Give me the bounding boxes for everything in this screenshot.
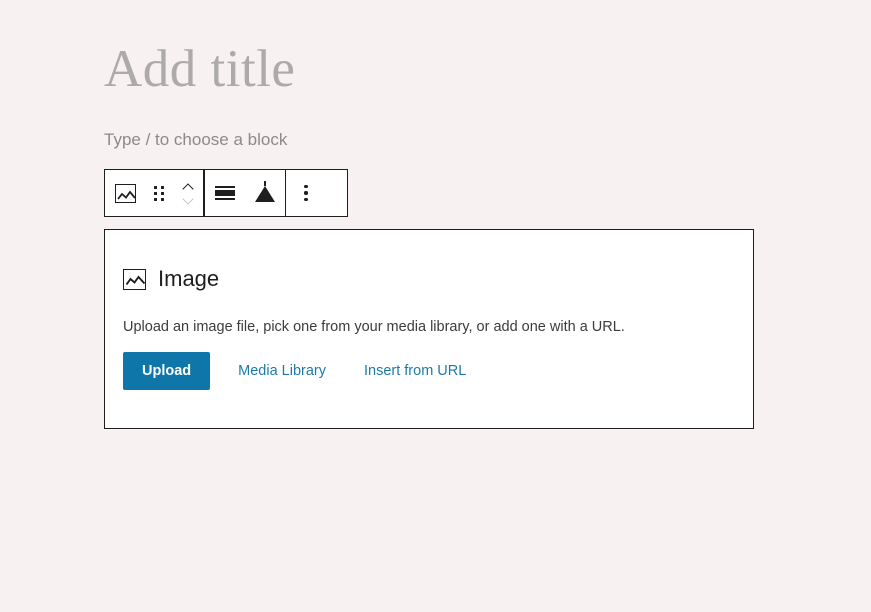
- image-block-description: Upload an image file, pick one from your…: [123, 319, 625, 335]
- align-button[interactable]: [205, 170, 245, 216]
- align-bars-icon: [214, 186, 235, 200]
- insert-from-url-button[interactable]: Insert from URL: [350, 352, 480, 390]
- toolbar-group-block: [105, 170, 203, 216]
- upload-button[interactable]: Upload: [123, 352, 211, 390]
- image-block-placeholder[interactable]: Image Upload an image file, pick one fro…: [104, 229, 754, 429]
- block-movers[interactable]: [173, 170, 203, 216]
- block-type-image-button[interactable]: [105, 170, 145, 216]
- replace-button[interactable]: [245, 170, 285, 216]
- drag-handle-button[interactable]: [145, 170, 173, 216]
- image-block-actions: Upload Media Library Insert from URL: [123, 352, 480, 390]
- more-options-button[interactable]: [286, 170, 326, 216]
- toolbar-group-format: [205, 170, 285, 216]
- editor-canvas: Add title Type / to choose a block Image…: [0, 0, 871, 612]
- block-toolbar: [104, 169, 348, 217]
- post-title-placeholder[interactable]: Add title: [104, 38, 295, 100]
- image-icon: [123, 268, 146, 290]
- chevron-up-icon[interactable]: [183, 184, 194, 191]
- block-appender-placeholder[interactable]: Type / to choose a block: [104, 128, 287, 152]
- kebab-menu-icon: [304, 184, 308, 202]
- image-icon: [114, 183, 136, 203]
- image-block-heading: Image: [123, 266, 219, 292]
- drag-handle-icon: [154, 185, 164, 201]
- chevron-down-icon: [183, 196, 194, 203]
- toolbar-group-options: [286, 170, 326, 216]
- media-library-button[interactable]: Media Library: [224, 352, 340, 390]
- triangle-icon: [254, 181, 275, 202]
- image-block-title: Image: [158, 266, 220, 291]
